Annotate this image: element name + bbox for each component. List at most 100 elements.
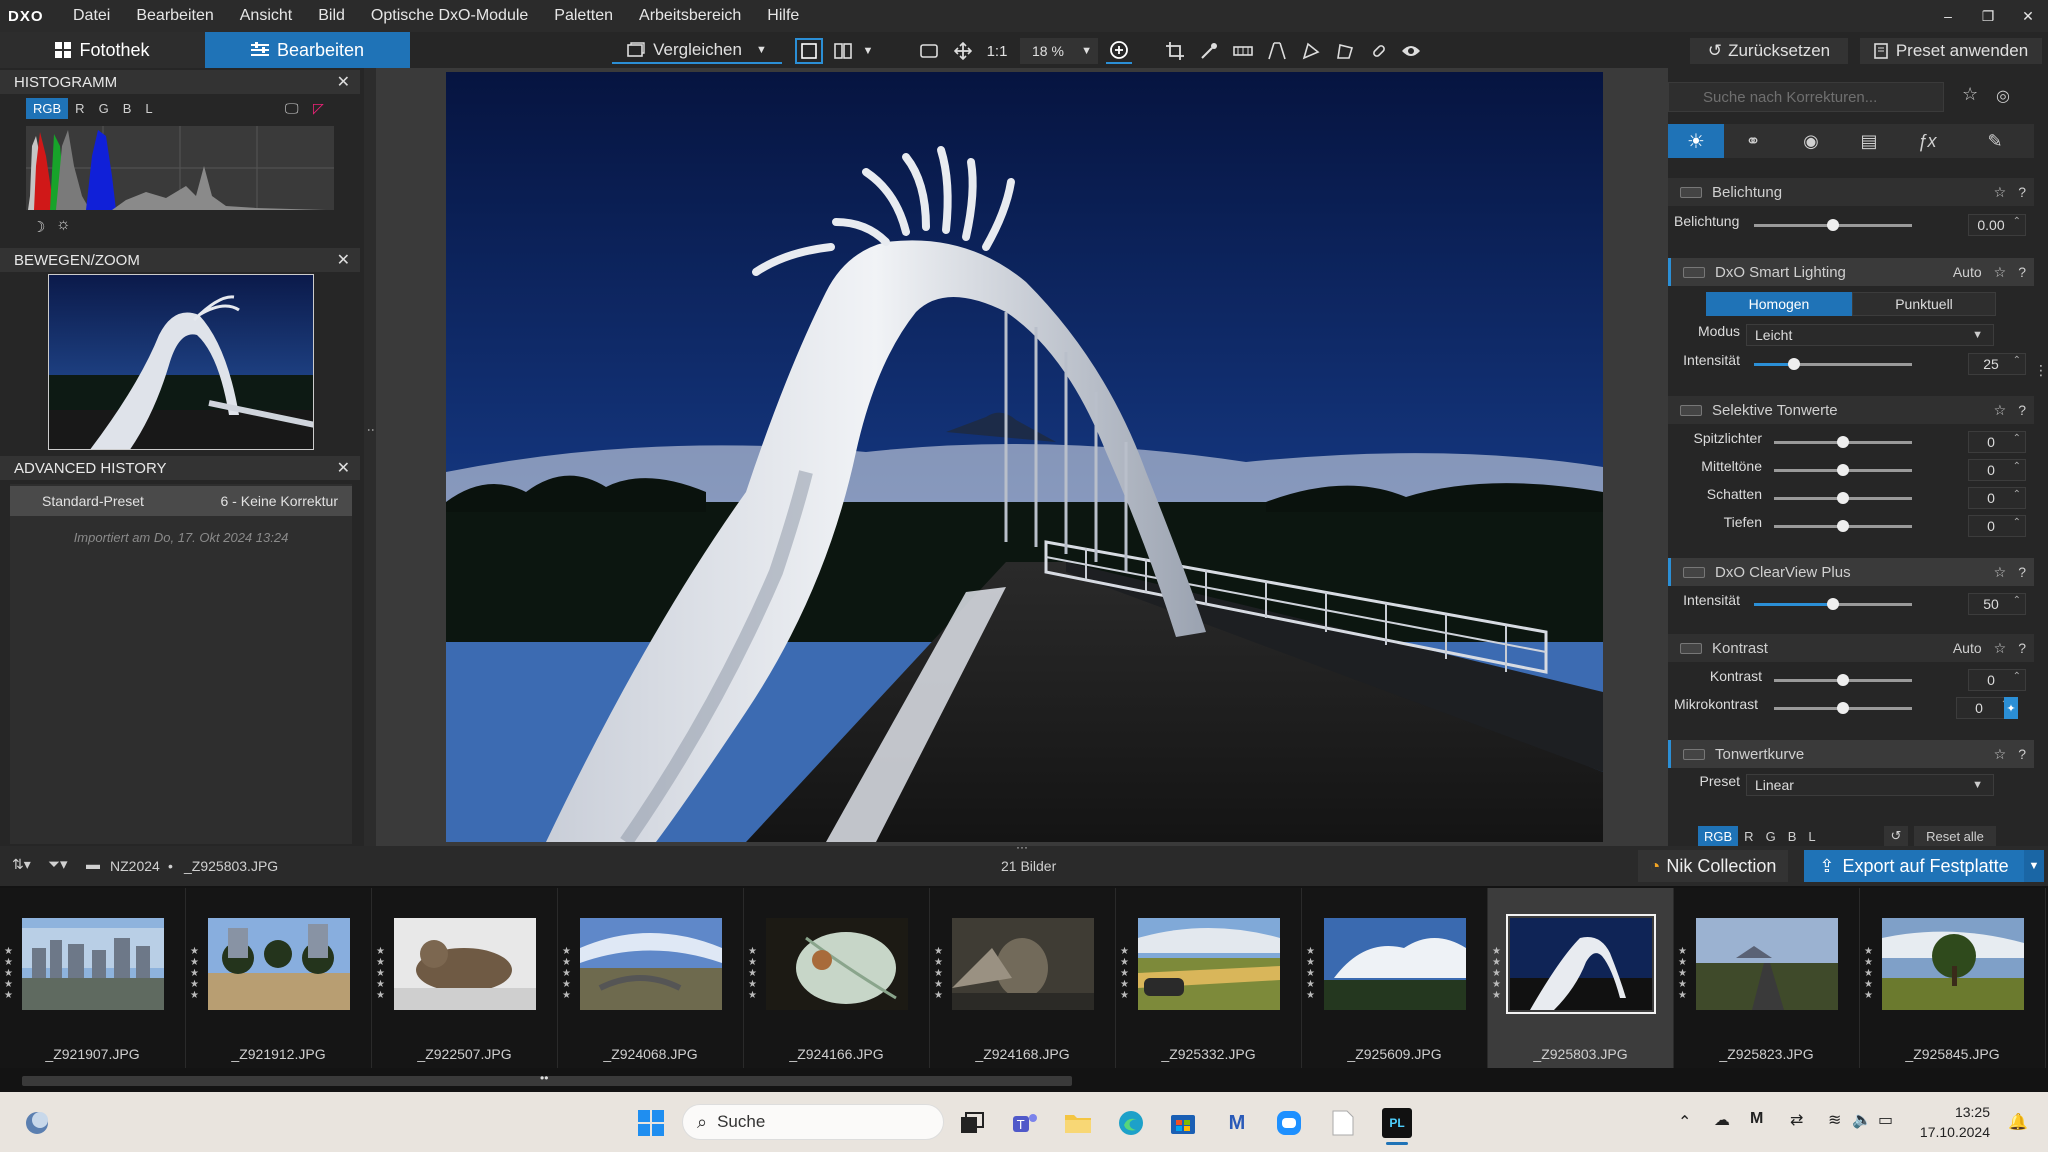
help-icon[interactable]: ? — [2018, 640, 2026, 656]
monitor-icon[interactable]: 🖵 — [285, 100, 299, 117]
highlights-slider[interactable] — [1774, 436, 1912, 448]
notepad-icon[interactable] — [1328, 1108, 1358, 1138]
rating-stars-icon[interactable]: ★ ★ ★ ★ ★ — [748, 946, 758, 1001]
detail-tab-icon[interactable]: ◉ — [1782, 124, 1840, 158]
rating-stars-icon[interactable]: ★ ★ ★ ★ ★ — [1864, 946, 1874, 1001]
blacks-slider[interactable] — [1774, 520, 1912, 532]
midtones-slider[interactable] — [1774, 464, 1912, 476]
filmstrip-thumbnail[interactable] — [1138, 918, 1280, 1010]
eye-toggle-icon[interactable]: ◎ — [1996, 86, 2010, 106]
zoom-select[interactable]: 18 % ▼ — [1020, 38, 1098, 64]
filmstrip-item[interactable]: ★ ★ ★ ★ ★ _Z925823.JPG — [1674, 888, 1860, 1068]
help-icon[interactable]: ? — [2018, 184, 2026, 200]
filmstrip-item[interactable]: ★ ★ ★ ★ ★ _Z924166.JPG — [744, 888, 930, 1068]
filmstrip-item[interactable]: ★ ★ ★ ★ ★ _Z924068.JPG — [558, 888, 744, 1068]
crop-tool-button[interactable] — [1162, 38, 1188, 64]
filmstrip-thumbnail[interactable] — [1506, 914, 1656, 1014]
file-explorer-icon[interactable] — [1063, 1108, 1093, 1138]
menu-optische-module[interactable]: Optische DxO-Module — [358, 7, 541, 25]
nik-collection-button[interactable]: ◔ Nik Collection — [1638, 850, 1788, 882]
rating-stars-icon[interactable]: ★ ★ ★ ★ ★ — [1492, 946, 1502, 1001]
wifi-icon[interactable]: ≋ — [1828, 1110, 1841, 1130]
volume-icon[interactable]: 🔈 — [1852, 1110, 1872, 1130]
channel-rgb[interactable]: RGB — [26, 98, 69, 119]
tc-channel-b[interactable]: B — [1782, 826, 1803, 847]
rating-stars-icon[interactable]: ★ ★ ★ ★ ★ — [4, 946, 14, 1001]
clearview-intensity-slider[interactable] — [1754, 598, 1912, 610]
smart-lighting-toggle[interactable] — [1683, 266, 1705, 278]
zoom-1to1-button[interactable]: 1:1 — [982, 38, 1012, 64]
slider-knob[interactable] — [1787, 358, 1800, 370]
repair-tool-button[interactable] — [1366, 38, 1392, 64]
splitter-grip-icon[interactable]: ··· — [1016, 840, 1028, 854]
section-clearview[interactable]: DxO ClearView Plus ☆? — [1668, 558, 2034, 586]
close-icon[interactable]: ✕ — [337, 72, 350, 92]
filmstrip-item[interactable]: ★ ★ ★ ★ ★ _Z925803.JPG — [1488, 888, 1674, 1068]
slider-knob[interactable] — [1827, 598, 1839, 610]
app-icon-m[interactable]: M — [1222, 1108, 1252, 1138]
filmstrip-thumbnail[interactable] — [1882, 918, 2024, 1010]
widgets-icon[interactable] — [22, 1108, 52, 1138]
perspective-tool-button[interactable] — [1264, 38, 1290, 64]
control-points-button[interactable] — [1332, 38, 1358, 64]
contrast-toggle[interactable] — [1680, 642, 1702, 654]
close-button[interactable]: ✕ — [2008, 0, 2048, 32]
intensity-value[interactable]: 25 — [1968, 353, 2026, 375]
cloud-icon[interactable]: ☁ — [1714, 1110, 1730, 1130]
exposure-toggle[interactable] — [1680, 186, 1702, 198]
rating-stars-icon[interactable]: ★ ★ ★ ★ ★ — [562, 946, 572, 1001]
channel-r[interactable]: R — [68, 98, 91, 119]
reset-all-button[interactable]: Reset alle — [1914, 826, 1996, 846]
menu-datei[interactable]: Datei — [60, 7, 123, 25]
tonecurve-preset-select[interactable]: Linear — [1746, 774, 1994, 796]
slider-knob[interactable] — [1837, 492, 1849, 504]
mode-homogen-button[interactable]: Homogen — [1706, 292, 1852, 316]
messenger-icon[interactable] — [1274, 1108, 1304, 1138]
section-smart-lighting[interactable]: DxO Smart Lighting Auto ☆? — [1668, 258, 2034, 286]
help-icon[interactable]: ? — [2018, 402, 2026, 418]
slider-knob[interactable] — [1837, 464, 1849, 476]
filmstrip-thumbnail[interactable] — [766, 918, 908, 1010]
search-corrections-input[interactable]: Suche nach Korrekturen... — [1668, 82, 1944, 112]
tone-curve-toggle[interactable] — [1683, 748, 1705, 760]
shadow-clip-icon[interactable]: ☽ — [32, 218, 45, 236]
tray-m-icon[interactable]: M — [1750, 1110, 1763, 1128]
section-tone-curve[interactable]: Tonwertkurve ☆? — [1668, 740, 2034, 768]
filmstrip-item[interactable]: ★ ★ ★ ★ ★ _Z925845.JPG — [1860, 888, 2046, 1068]
menu-bild[interactable]: Bild — [305, 7, 358, 25]
star-icon[interactable]: ☆ — [1994, 564, 2007, 581]
local-adjust-button[interactable] — [1298, 38, 1324, 64]
tab-fotothek[interactable]: Fotothek — [0, 32, 205, 68]
split-view-button[interactable] — [830, 38, 856, 64]
horizon-tool-button[interactable] — [1230, 38, 1256, 64]
section-selective-tones[interactable]: Selektive Tonwerte ☆? — [1668, 396, 2034, 424]
slider-knob[interactable] — [1837, 702, 1849, 714]
rating-stars-icon[interactable]: ★ ★ ★ ★ ★ — [934, 946, 944, 1001]
channel-b[interactable]: B — [116, 98, 139, 119]
color-tab-icon[interactable]: ⚭ — [1724, 124, 1782, 158]
filmstrip-thumbnail[interactable] — [22, 918, 164, 1010]
filmstrip-item[interactable]: ★ ★ ★ ★ ★ _Z925609.JPG — [1302, 888, 1488, 1068]
close-icon[interactable]: ✕ — [337, 458, 350, 478]
move-tool-button[interactable] — [950, 38, 976, 64]
menu-hilfe[interactable]: Hilfe — [754, 7, 812, 25]
shadows-slider[interactable] — [1774, 492, 1912, 504]
export-button[interactable]: ⇪ Export auf Festplatte — [1804, 850, 2024, 882]
filmstrip-thumbnail[interactable] — [1324, 918, 1466, 1010]
section-exposure[interactable]: Belichtung ☆? — [1668, 178, 2034, 206]
help-icon[interactable]: ? — [2018, 746, 2026, 762]
dxo-photolab-icon[interactable]: PL — [1382, 1108, 1412, 1138]
section-contrast[interactable]: Kontrast Auto ☆? — [1668, 634, 2034, 662]
star-icon[interactable]: ☆ — [1994, 184, 2007, 201]
filmstrip-thumbnail[interactable] — [580, 918, 722, 1010]
blacks-value[interactable]: 0 — [1968, 515, 2026, 537]
star-icon[interactable]: ☆ — [1994, 746, 2007, 763]
auto-label[interactable]: Auto — [1953, 264, 1982, 280]
star-icon[interactable]: ☆ — [1994, 402, 2007, 419]
menu-arbeitsbereich[interactable]: Arbeitsbereich — [626, 7, 754, 25]
maximize-button[interactable]: ❐ — [1968, 0, 2008, 32]
panel-menu-icon[interactable]: ⋮ — [2034, 362, 2048, 379]
geometry-tab-icon[interactable]: ▤ — [1840, 124, 1898, 158]
close-icon[interactable]: ✕ — [337, 250, 350, 270]
clock-time[interactable]: 13:25 — [1910, 1104, 1990, 1120]
